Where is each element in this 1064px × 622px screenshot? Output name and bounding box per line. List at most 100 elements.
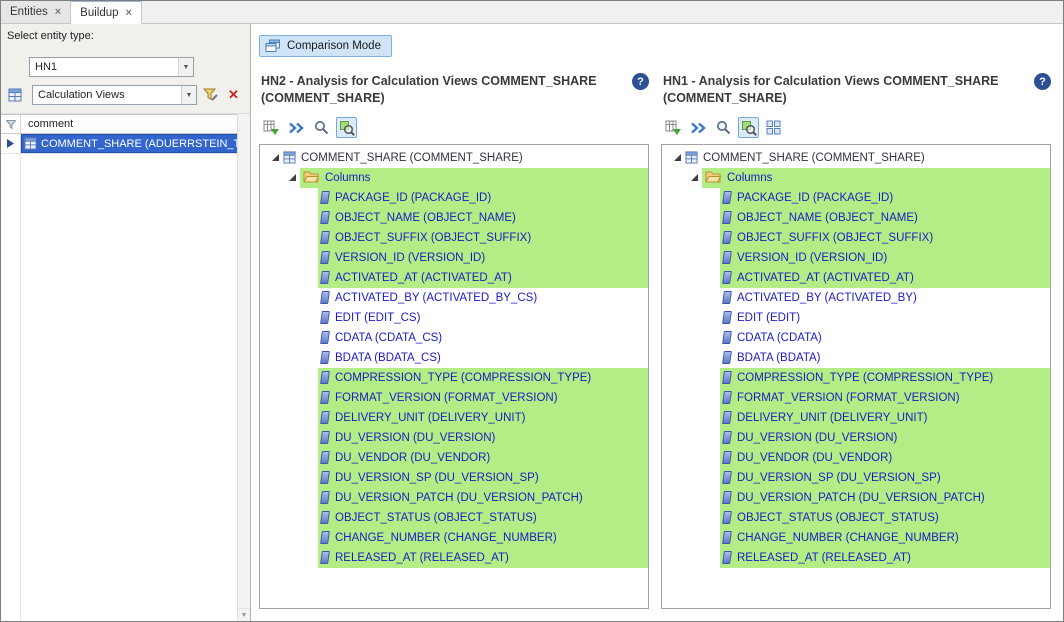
- edit-filter-icon[interactable]: [201, 86, 220, 105]
- tree-item[interactable]: COMPRESSION_TYPE (COMPRESSION_TYPE): [662, 368, 1050, 388]
- tree-item[interactable]: EDIT (EDIT_CS): [260, 308, 648, 328]
- system-dropdown[interactable]: HN1 ▼: [29, 57, 194, 77]
- entity-row-selected[interactable]: COMMENT_SHARE (ADUERRSTEIN_T: [1, 134, 250, 154]
- zoom-icon[interactable]: [713, 117, 734, 138]
- tree-item[interactable]: FORMAT_VERSION (FORMAT_VERSION): [260, 388, 648, 408]
- tree-item[interactable]: PACKAGE_ID (PACKAGE_ID): [260, 188, 648, 208]
- tree-item-label: DU_VERSION (DU_VERSION): [335, 432, 495, 444]
- tree-root-label: COMMENT_SHARE (COMMENT_SHARE): [703, 152, 925, 164]
- tree-item-label: CDATA (CDATA): [737, 332, 822, 344]
- zoom-icon[interactable]: [311, 117, 332, 138]
- tree-item[interactable]: DELIVERY_UNIT (DELIVERY_UNIT): [260, 408, 648, 428]
- tab-entities[interactable]: Entities ×: [1, 1, 71, 23]
- expand-arrow-icon[interactable]: [268, 154, 283, 161]
- tree-item-label: PACKAGE_ID (PACKAGE_ID): [335, 192, 491, 204]
- tree-item-label: EDIT (EDIT_CS): [335, 312, 420, 324]
- tree-item-label: OBJECT_SUFFIX (OBJECT_SUFFIX): [737, 232, 933, 244]
- column-icon: [320, 491, 330, 504]
- tree-item[interactable]: ACTIVATED_BY (ACTIVATED_BY): [662, 288, 1050, 308]
- highlight-differences-icon[interactable]: [336, 117, 357, 138]
- tree-item[interactable]: DU_VERSION_PATCH (DU_VERSION_PATCH): [260, 488, 648, 508]
- tree-item[interactable]: EDIT (EDIT): [662, 308, 1050, 328]
- select-entity-label: Select entity type:: [1, 28, 250, 42]
- entity-row-label-wrap[interactable]: COMMENT_SHARE (ADUERRSTEIN_T: [21, 134, 250, 153]
- tree-item[interactable]: DU_VERSION (DU_VERSION): [662, 428, 1050, 448]
- tree-item[interactable]: VERSION_ID (VERSION_ID): [662, 248, 1050, 268]
- tree-item[interactable]: DU_VENDOR (DU_VENDOR): [662, 448, 1050, 468]
- tree-item[interactable]: DU_VERSION_SP (DU_VERSION_SP): [662, 468, 1050, 488]
- highlight-differences-icon[interactable]: [738, 117, 759, 138]
- panel-title: HN1 - Analysis for Calculation Views COM…: [663, 73, 1001, 107]
- export-table-icon[interactable]: [663, 117, 684, 138]
- tree-item[interactable]: BDATA (BDATA_CS): [260, 348, 648, 368]
- tree-item-label: EDIT (EDIT): [737, 312, 800, 324]
- tree-item[interactable]: DU_VERSION_SP (DU_VERSION_SP): [260, 468, 648, 488]
- tree-folder-label: Columns: [325, 172, 370, 184]
- column-icon: [722, 491, 732, 504]
- tree-item[interactable]: DELIVERY_UNIT (DELIVERY_UNIT): [662, 408, 1050, 428]
- tree-item[interactable]: OBJECT_SUFFIX (OBJECT_SUFFIX): [260, 228, 648, 248]
- tree-folder-columns[interactable]: Columns: [260, 168, 648, 188]
- tree-item[interactable]: ACTIVATED_BY (ACTIVATED_BY_CS): [260, 288, 648, 308]
- propagate-icon[interactable]: [286, 117, 307, 138]
- calculation-view-icon: [685, 151, 698, 164]
- tree-item[interactable]: OBJECT_STATUS (OBJECT_STATUS): [662, 508, 1050, 528]
- tree-item[interactable]: CHANGE_NUMBER (CHANGE_NUMBER): [260, 528, 648, 548]
- column-header-comment[interactable]: comment: [21, 115, 250, 133]
- tree-item[interactable]: OBJECT_NAME (OBJECT_NAME): [662, 208, 1050, 228]
- propagate-icon[interactable]: [688, 117, 709, 138]
- tab-close-icon[interactable]: ×: [55, 6, 61, 18]
- tab-buildup[interactable]: Buildup ×: [71, 1, 142, 24]
- tree-folder-columns[interactable]: Columns: [662, 168, 1050, 188]
- column-icon: [722, 271, 732, 284]
- tree-item[interactable]: OBJECT_SUFFIX (OBJECT_SUFFIX): [662, 228, 1050, 248]
- tree-item[interactable]: BDATA (BDATA): [662, 348, 1050, 368]
- diff-tree: COMMENT_SHARE (COMMENT_SHARE): [259, 144, 649, 609]
- sidebar-scrollbar[interactable]: ▼: [237, 114, 250, 621]
- expand-arrow-icon[interactable]: [687, 174, 702, 181]
- tree-item[interactable]: ACTIVATED_AT (ACTIVATED_AT): [260, 268, 648, 288]
- tree-item[interactable]: COMPRESSION_TYPE (COMPRESSION_TYPE): [260, 368, 648, 388]
- tree-item[interactable]: RELEASED_AT (RELEASED_AT): [662, 548, 1050, 568]
- tree-item[interactable]: OBJECT_NAME (OBJECT_NAME): [260, 208, 648, 228]
- tree-item[interactable]: ACTIVATED_AT (ACTIVATED_AT): [662, 268, 1050, 288]
- chevron-down-icon[interactable]: ▼: [181, 86, 196, 104]
- tab-buildup-label: Buildup: [80, 7, 118, 19]
- column-icon: [320, 551, 330, 564]
- tree-item[interactable]: PACKAGE_ID (PACKAGE_ID): [662, 188, 1050, 208]
- entity-type-dropdown[interactable]: Calculation Views ▼: [32, 85, 197, 105]
- tree-root[interactable]: COMMENT_SHARE (COMMENT_SHARE): [662, 148, 1050, 168]
- column-icon: [320, 231, 330, 244]
- layout-grid-icon[interactable]: [763, 117, 784, 138]
- expand-arrow-icon[interactable]: [285, 174, 300, 181]
- column-icon: [320, 331, 330, 344]
- column-icon: [722, 511, 732, 524]
- column-icon: [722, 251, 732, 264]
- comparison-main-area: Comparison Mode HN2 - Analysis for Calcu…: [251, 24, 1063, 621]
- column-icon: [722, 331, 732, 344]
- tree-item-label: CHANGE_NUMBER (CHANGE_NUMBER): [335, 532, 557, 544]
- tree-item[interactable]: OBJECT_STATUS (OBJECT_STATUS): [260, 508, 648, 528]
- tree-root[interactable]: COMMENT_SHARE (COMMENT_SHARE): [260, 148, 648, 168]
- tree-item[interactable]: DU_VERSION (DU_VERSION): [260, 428, 648, 448]
- tab-close-icon[interactable]: ×: [126, 7, 132, 19]
- tree-item[interactable]: VERSION_ID (VERSION_ID): [260, 248, 648, 268]
- tree-item-label: OBJECT_SUFFIX (OBJECT_SUFFIX): [335, 232, 531, 244]
- chevron-down-icon[interactable]: ▼: [178, 58, 193, 76]
- tree-item[interactable]: DU_VERSION_PATCH (DU_VERSION_PATCH): [662, 488, 1050, 508]
- help-icon[interactable]: ?: [1034, 73, 1051, 90]
- entity-table-header: comment: [1, 114, 250, 134]
- expand-arrow-icon[interactable]: [670, 154, 685, 161]
- tree-item[interactable]: DU_VENDOR (DU_VENDOR): [260, 448, 648, 468]
- filter-icon[interactable]: [1, 115, 21, 133]
- export-table-icon[interactable]: [261, 117, 282, 138]
- tree-item[interactable]: FORMAT_VERSION (FORMAT_VERSION): [662, 388, 1050, 408]
- clear-filter-icon[interactable]: ✕: [224, 86, 243, 105]
- tree-item[interactable]: CDATA (CDATA_CS): [260, 328, 648, 348]
- scroll-down-icon[interactable]: ▼: [238, 608, 250, 621]
- tree-item[interactable]: RELEASED_AT (RELEASED_AT): [260, 548, 648, 568]
- comparison-mode-button[interactable]: Comparison Mode: [259, 35, 392, 57]
- help-icon[interactable]: ?: [632, 73, 649, 90]
- tree-item[interactable]: CHANGE_NUMBER (CHANGE_NUMBER): [662, 528, 1050, 548]
- tree-item[interactable]: CDATA (CDATA): [662, 328, 1050, 348]
